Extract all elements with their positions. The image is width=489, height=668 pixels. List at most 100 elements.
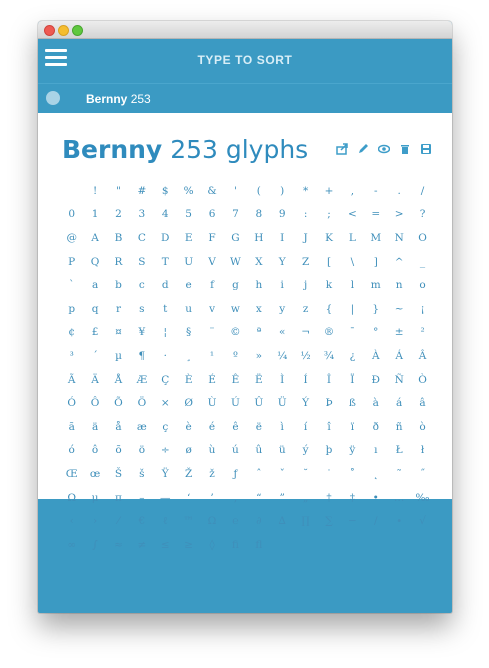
glyph-cell[interactable]: ] bbox=[364, 250, 387, 274]
glyph-cell[interactable]: ¡ bbox=[411, 297, 434, 321]
glyph-cell[interactable]: ˇ bbox=[271, 462, 294, 486]
glyph-cell[interactable]: o bbox=[411, 273, 434, 297]
glyph-cell[interactable]: c bbox=[130, 273, 153, 297]
glyph-cell[interactable]: © bbox=[224, 321, 247, 345]
glyph-cell[interactable]: Œ bbox=[60, 462, 83, 486]
glyph-cell[interactable]: – bbox=[130, 486, 153, 510]
glyph-cell[interactable]: » bbox=[247, 344, 270, 368]
glyph-cell[interactable]: ¸ bbox=[177, 344, 200, 368]
glyph-cell[interactable]: , bbox=[341, 179, 364, 203]
glyph-cell[interactable]: ½ bbox=[294, 344, 317, 368]
glyph-cell[interactable]: \ bbox=[341, 250, 364, 274]
glyph-cell[interactable]: y bbox=[271, 297, 294, 321]
glyph-cell[interactable]: m bbox=[364, 273, 387, 297]
glyph-cell[interactable]: Ý bbox=[294, 391, 317, 415]
glyph-cell[interactable]: Ë bbox=[247, 368, 270, 392]
glyph-cell[interactable]: √ bbox=[411, 509, 434, 533]
glyph-cell[interactable]: v bbox=[200, 297, 223, 321]
glyph-cell[interactable]: Î bbox=[317, 368, 340, 392]
glyph-cell[interactable]: € bbox=[130, 509, 153, 533]
glyph-cell[interactable]: e bbox=[177, 273, 200, 297]
glyph-cell[interactable]: ÿ bbox=[341, 439, 364, 463]
glyph-cell[interactable]: p bbox=[60, 297, 83, 321]
glyph-cell[interactable]: 4 bbox=[154, 203, 177, 227]
glyph-cell[interactable]: Ô bbox=[83, 391, 106, 415]
glyph-cell[interactable]: · bbox=[154, 344, 177, 368]
glyph-cell[interactable]: Ï bbox=[341, 368, 364, 392]
glyph-cell[interactable]: Þ bbox=[317, 391, 340, 415]
glyph-cell[interactable]: — bbox=[154, 486, 177, 510]
glyph-cell[interactable]: E bbox=[177, 226, 200, 250]
glyph-cell[interactable]: 9 bbox=[271, 203, 294, 227]
glyph-cell[interactable]: „ bbox=[294, 486, 317, 510]
glyph-cell[interactable]: Ω bbox=[60, 486, 83, 510]
glyph-cell[interactable]: … bbox=[387, 486, 410, 510]
glyph-cell[interactable]: > bbox=[387, 203, 410, 227]
glyph-cell[interactable]: r bbox=[107, 297, 130, 321]
glyph-cell[interactable]: Á bbox=[387, 344, 410, 368]
glyph-cell[interactable]: # bbox=[130, 179, 153, 203]
glyph-cell[interactable]: ¥ bbox=[130, 321, 153, 345]
glyph-cell[interactable]: ä bbox=[83, 415, 106, 439]
glyph-cell[interactable]: { bbox=[317, 297, 340, 321]
glyph-cell[interactable]: ˝ bbox=[411, 462, 434, 486]
glyph-cell[interactable]: x bbox=[247, 297, 270, 321]
glyph-cell[interactable]: ˙ bbox=[317, 462, 340, 486]
glyph-cell[interactable]: d bbox=[154, 273, 177, 297]
glyph-cell[interactable]: ∕ bbox=[364, 509, 387, 533]
glyph-cell[interactable]: ‘ bbox=[177, 486, 200, 510]
glyph-cell[interactable]: ' bbox=[224, 179, 247, 203]
glyph-cell[interactable]: X bbox=[247, 250, 270, 274]
glyph-cell[interactable]: K bbox=[317, 226, 340, 250]
glyph-cell[interactable]: ˛ bbox=[364, 462, 387, 486]
glyph-cell[interactable]: f bbox=[200, 273, 223, 297]
glyph-cell[interactable]: " bbox=[107, 179, 130, 203]
glyph-cell[interactable]: ∫ bbox=[83, 533, 106, 557]
glyph-cell[interactable]: ð bbox=[364, 415, 387, 439]
glyph-cell[interactable]: Z bbox=[294, 250, 317, 274]
glyph-cell[interactable]: ¼ bbox=[271, 344, 294, 368]
glyph-cell[interactable]: H bbox=[247, 226, 270, 250]
save-icon[interactable] bbox=[420, 143, 432, 155]
glyph-cell[interactable]: ± bbox=[387, 321, 410, 345]
close-window-button[interactable] bbox=[44, 25, 55, 36]
glyph-cell[interactable]: g bbox=[224, 273, 247, 297]
glyph-cell[interactable]: ý bbox=[294, 439, 317, 463]
glyph-cell[interactable]: º bbox=[224, 344, 247, 368]
glyph-cell[interactable]: À bbox=[364, 344, 387, 368]
glyph-cell[interactable]: ≤ bbox=[154, 533, 177, 557]
glyph-cell[interactable]: ¨ bbox=[200, 321, 223, 345]
glyph-cell[interactable]: ℮ bbox=[224, 509, 247, 533]
glyph-cell[interactable]: Ð bbox=[364, 368, 387, 392]
glyph-cell[interactable]: U bbox=[177, 250, 200, 274]
glyph-cell[interactable]: ¬ bbox=[294, 321, 317, 345]
glyph-cell[interactable]: Ò bbox=[411, 368, 434, 392]
glyph-cell[interactable]: Q bbox=[83, 250, 106, 274]
glyph-cell[interactable]: ◊ bbox=[200, 533, 223, 557]
glyph-cell[interactable]: Ö bbox=[130, 391, 153, 415]
glyph-cell[interactable]: ò bbox=[411, 415, 434, 439]
glyph-cell[interactable]: ú bbox=[224, 439, 247, 463]
glyph-cell[interactable]: Å bbox=[107, 368, 130, 392]
glyph-cell[interactable]: É bbox=[200, 368, 223, 392]
glyph-cell[interactable]: ﬂ bbox=[247, 533, 270, 557]
glyph-cell[interactable]: ÷ bbox=[154, 439, 177, 463]
glyph-cell[interactable]: ç bbox=[154, 415, 177, 439]
glyph-cell[interactable]: ( bbox=[247, 179, 270, 203]
glyph-cell[interactable]: ˜ bbox=[387, 462, 410, 486]
glyph-cell[interactable]: μ bbox=[83, 486, 106, 510]
glyph-cell[interactable]: ñ bbox=[387, 415, 410, 439]
glyph-cell[interactable]: & bbox=[200, 179, 223, 203]
glyph-cell[interactable]: å bbox=[107, 415, 130, 439]
glyph-cell[interactable]: Û bbox=[247, 391, 270, 415]
glyph-cell[interactable]: Í bbox=[294, 368, 317, 392]
glyph-cell[interactable]: Ç bbox=[154, 368, 177, 392]
glyph-cell[interactable]: ‡ bbox=[341, 486, 364, 510]
glyph-cell[interactable]: + bbox=[317, 179, 340, 203]
glyph-cell[interactable]: R bbox=[107, 250, 130, 274]
glyph-cell[interactable]: ; bbox=[317, 203, 340, 227]
glyph-cell[interactable]: − bbox=[341, 509, 364, 533]
glyph-cell[interactable]: œ bbox=[83, 462, 106, 486]
glyph-cell[interactable]: A bbox=[83, 226, 106, 250]
glyph-cell[interactable]: £ bbox=[83, 321, 106, 345]
